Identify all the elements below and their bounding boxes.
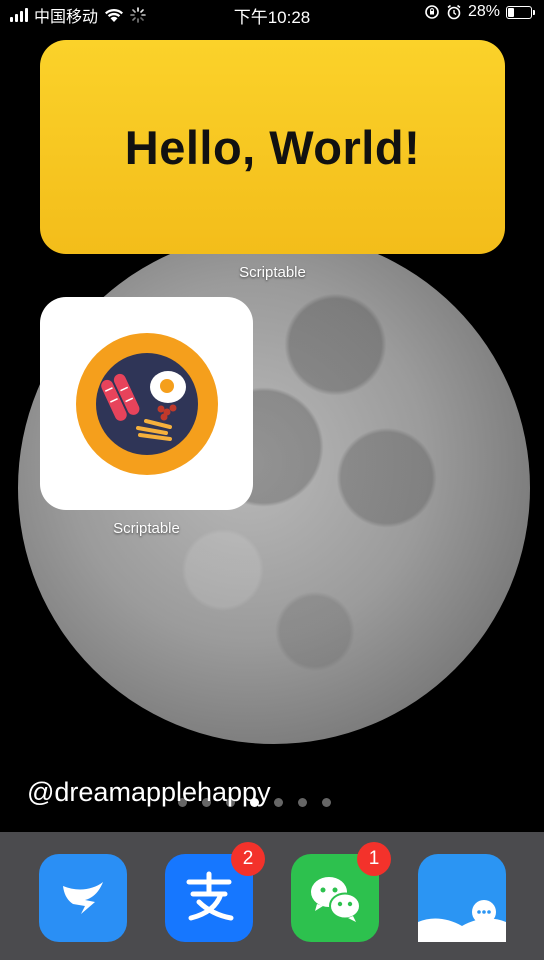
dingtalk-icon [63, 882, 103, 914]
page-dot[interactable] [322, 798, 331, 807]
dingtalk-app[interactable] [39, 854, 127, 942]
widget-hello-text: Hello, World! [124, 120, 421, 174]
alipay-app[interactable]: 2 [165, 842, 265, 942]
wechat-app[interactable]: 1 [291, 842, 391, 942]
alipay-badge: 2 [231, 842, 265, 876]
wechat-badge: 1 [357, 842, 391, 876]
widget-label-small: Scriptable [113, 520, 180, 537]
food-plate-icon [75, 332, 218, 475]
page-indicator[interactable] [178, 798, 331, 807]
page-dot[interactable] [226, 798, 235, 807]
dock: 2 1 [0, 832, 544, 960]
page-dot[interactable] [298, 798, 307, 807]
widget-label-large: Scriptable [239, 264, 306, 281]
reader-icon [418, 900, 506, 942]
reader-app[interactable] [418, 854, 506, 942]
page-dot[interactable] [274, 798, 283, 807]
scriptable-image-widget[interactable] [40, 297, 253, 510]
rotation-lock-icon [425, 5, 439, 19]
hello-world-widget[interactable]: Hello, World! [40, 40, 505, 254]
wechat-icon [311, 877, 361, 922]
battery-icon [506, 5, 535, 19]
page-dot[interactable] [250, 798, 259, 807]
battery-percent: 28% [467, 3, 500, 20]
alarm-icon [447, 4, 461, 20]
alipay-icon [186, 871, 234, 921]
page-dot[interactable] [178, 798, 187, 807]
status-bar: 中国移动 下午10:28 28% [0, 0, 544, 27]
page-dot[interactable] [202, 798, 211, 807]
